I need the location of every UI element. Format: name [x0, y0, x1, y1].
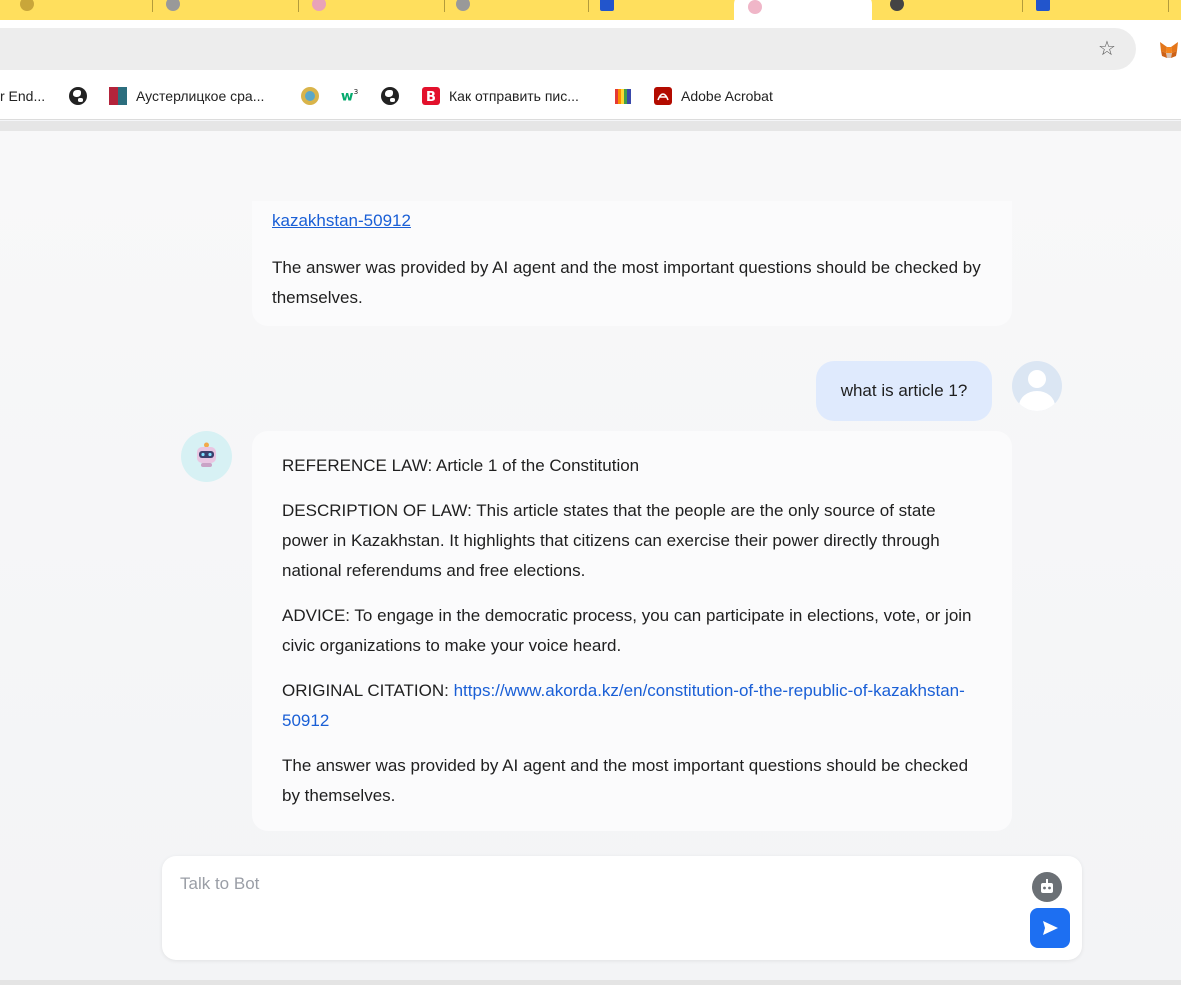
page-top-strip: [0, 121, 1181, 131]
b-letter-icon: B: [422, 87, 440, 105]
tab-separator: [588, 0, 589, 12]
advice-text: ADVICE: To engage in the democratic proc…: [282, 606, 972, 655]
avatar-head: [1028, 370, 1046, 388]
citation-paragraph: ORIGINAL CITATION: https://www.akorda.kz…: [282, 676, 982, 736]
browser-tab[interactable]: [1036, 0, 1169, 14]
send-button[interactable]: [1030, 908, 1070, 948]
user-message-text: what is article 1?: [840, 381, 968, 400]
bot-avatar-icon: [181, 431, 232, 482]
bookmark-item[interactable]: [300, 85, 320, 107]
bookmarks-bar: r End... Аустерлицкое сра... w 3 B Как о…: [0, 75, 1181, 120]
tab-favicon-icon: [456, 0, 470, 11]
browser-tab[interactable]: [166, 0, 299, 14]
citation-label: ORIGINAL CITATION:: [282, 681, 454, 700]
bookmark-item[interactable]: w 3: [340, 85, 360, 107]
bookmark-label: Как отправить пис...: [449, 88, 579, 104]
reference-law-text: REFERENCE LAW: Article 1 of the Constitu…: [282, 456, 640, 475]
chat-area[interactable]: kazakhstan-50912 The answer was provided…: [0, 131, 1181, 985]
bookmark-label: Adobe Acrobat: [681, 88, 773, 104]
chat-input-box: [162, 856, 1082, 960]
svg-text:B: B: [426, 90, 436, 105]
bookmark-item[interactable]: Adobe Acrobat: [653, 85, 773, 107]
tab-favicon-icon: [890, 0, 904, 11]
bookmark-item[interactable]: [613, 85, 633, 107]
citation-link[interactable]: kazakhstan-50912: [272, 211, 411, 231]
bookmark-label: Аустерлицкое сра...: [136, 88, 265, 104]
globe-icon: [381, 87, 399, 105]
tab-favicon-icon: [748, 0, 762, 14]
bookmark-item[interactable]: r End...: [0, 85, 45, 107]
robot-face-icon: [197, 442, 216, 467]
tab-favicon-icon: [312, 0, 326, 11]
chat-input[interactable]: [180, 874, 1020, 944]
tab-favicon-icon: [1036, 0, 1050, 11]
globe-icon: [69, 87, 87, 105]
kazakhstan-emblem-icon: [301, 87, 319, 105]
tab-strip: [0, 0, 1181, 20]
tab-separator: [298, 0, 299, 12]
tab-favicon-icon: [20, 0, 34, 11]
bot-message-bubble: REFERENCE LAW: Article 1 of the Constitu…: [252, 431, 1012, 831]
adobe-acrobat-icon: [654, 87, 672, 105]
tab-separator: [152, 0, 153, 12]
bookmark-item[interactable]: Аустерлицкое сра...: [108, 85, 264, 107]
bookmark-item[interactable]: [69, 85, 87, 107]
browser-tab[interactable]: [456, 0, 589, 14]
bookmark-item[interactable]: [381, 85, 399, 107]
bookmark-star-icon[interactable]: ☆: [1096, 38, 1118, 60]
send-icon: [1043, 921, 1058, 935]
browser-toolbar: ☆: [0, 20, 1181, 75]
tab-favicon-icon: [166, 0, 180, 11]
disclaimer-text: The answer was provided by AI agent and …: [282, 756, 969, 805]
browser-tab-active[interactable]: [734, 0, 872, 20]
browser-tab[interactable]: [312, 0, 445, 14]
user-message-bubble: what is article 1?: [816, 361, 992, 421]
robot-icon[interactable]: [1032, 872, 1062, 902]
browser-tab[interactable]: [890, 0, 1023, 14]
svg-text:w: w: [341, 89, 354, 105]
book-cover-icon: [109, 87, 127, 105]
svg-text:3: 3: [354, 87, 359, 96]
w3schools-icon: w 3: [341, 87, 359, 105]
avatar-body: [1019, 391, 1055, 411]
tab-separator: [444, 0, 445, 12]
disclaimer-text: The answer was provided by AI agent and …: [272, 258, 981, 307]
user-avatar-icon: [1012, 361, 1062, 411]
description-text: DESCRIPTION OF LAW: This article states …: [282, 501, 940, 580]
address-bar[interactable]: [0, 28, 1136, 70]
bookmark-label: r End...: [0, 88, 46, 104]
tab-separator: [1022, 0, 1023, 12]
rainbow-book-icon: [615, 89, 631, 104]
tab-separator: [1168, 0, 1169, 12]
previous-bot-message: kazakhstan-50912 The answer was provided…: [252, 201, 1012, 326]
tab-favicon-icon: [600, 0, 614, 11]
browser-tab[interactable]: [20, 0, 153, 14]
bookmark-item[interactable]: B Как отправить пис...: [421, 85, 579, 107]
metamask-fox-icon[interactable]: [1158, 39, 1180, 61]
bottom-border: [0, 980, 1181, 985]
browser-tab[interactable]: [600, 0, 730, 14]
